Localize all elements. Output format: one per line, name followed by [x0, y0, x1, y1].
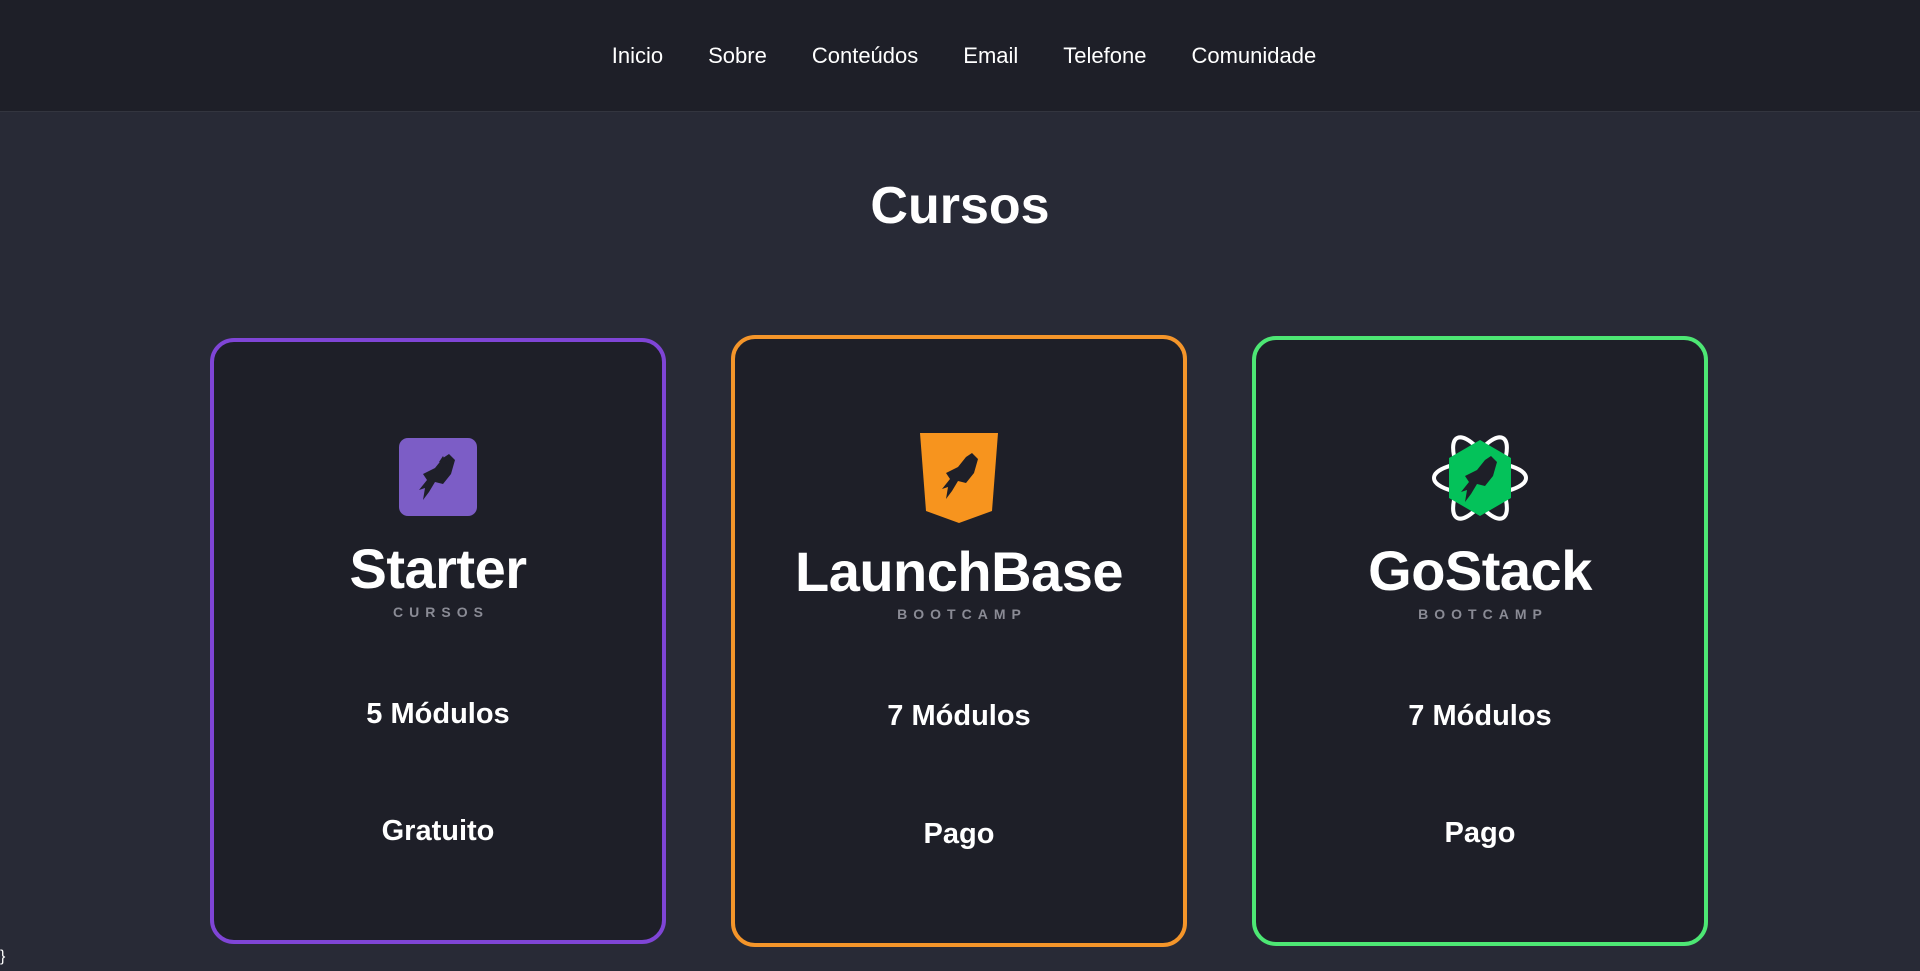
course-modules: 7 Módulos: [1408, 700, 1552, 732]
rocket-shield-icon: [920, 433, 998, 523]
page-title: Cursos: [870, 177, 1050, 235]
nav-link-conteudos[interactable]: Conteúdos: [812, 43, 918, 69]
course-modules: 7 Módulos: [887, 700, 1031, 732]
nav-link-telefone[interactable]: Telefone: [1063, 43, 1146, 69]
course-price: Pago: [923, 818, 995, 850]
nav-link-inicio[interactable]: Inicio: [612, 43, 663, 69]
course-card-starter[interactable]: Starter CURSOS 5 Módulos Gratuito: [210, 338, 666, 944]
course-brand: Starter: [349, 537, 527, 600]
course-brand: LaunchBase: [795, 540, 1124, 603]
stray-brace-text: }: [0, 948, 6, 965]
course-subtitle: BOOTCAMP: [897, 606, 1027, 622]
nav-link-sobre[interactable]: Sobre: [708, 43, 767, 69]
course-price: Pago: [1444, 817, 1516, 849]
top-navbar: Inicio Sobre Conteúdos Email Telefone Co…: [0, 0, 1920, 112]
course-card-gostack[interactable]: GoStack BOOTCAMP 7 Módulos Pago: [1252, 336, 1708, 946]
course-subtitle: CURSOS: [393, 604, 489, 620]
rocket-atom-icon: [1432, 435, 1528, 521]
main-nav: Inicio Sobre Conteúdos Email Telefone Co…: [612, 43, 1316, 69]
nav-link-email[interactable]: Email: [963, 43, 1018, 69]
course-modules: 5 Módulos: [366, 698, 510, 730]
rocket-square-icon: [399, 438, 477, 516]
course-subtitle: BOOTCAMP: [1418, 606, 1548, 622]
course-card-launchbase[interactable]: LaunchBase BOOTCAMP 7 Módulos Pago: [731, 335, 1187, 947]
course-brand: GoStack: [1368, 539, 1592, 602]
nav-link-comunidade[interactable]: Comunidade: [1191, 43, 1316, 69]
course-price: Gratuito: [381, 815, 495, 847]
